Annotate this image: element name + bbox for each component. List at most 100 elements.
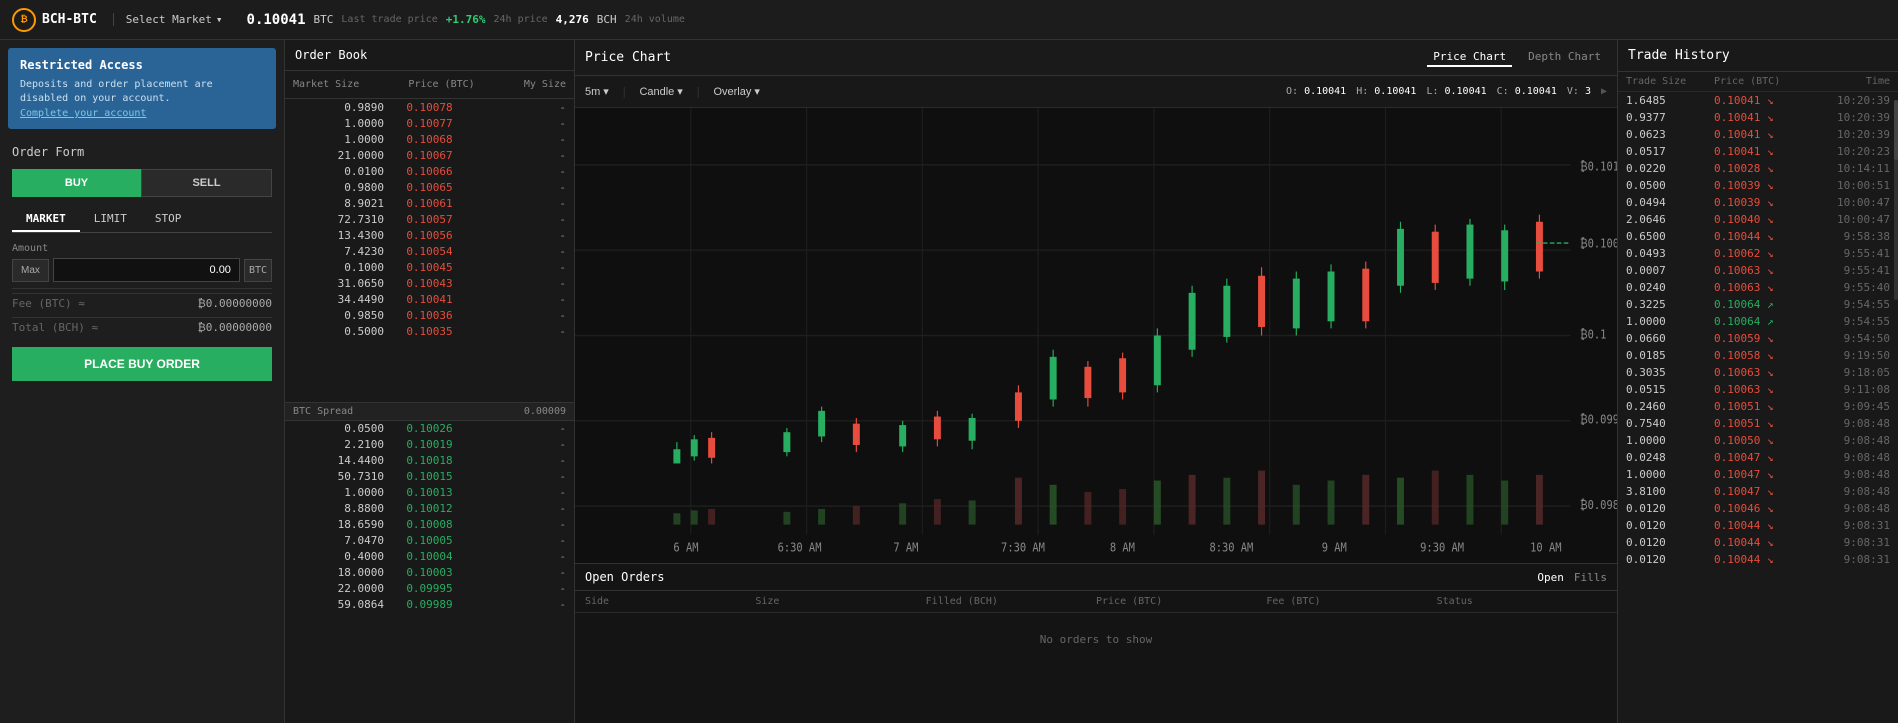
bid-row[interactable]: 22.00000.09995- xyxy=(285,581,574,597)
trade-history-row: 1.00000.10047 ↘9:08:48 xyxy=(1618,466,1898,483)
main-layout: Restricted Access Deposits and order pla… xyxy=(0,40,1898,723)
bid-row[interactable]: 59.08640.09989- xyxy=(285,597,574,613)
bid-row[interactable]: 50.73100.10015- xyxy=(285,469,574,485)
separator2: | xyxy=(695,85,702,98)
open-orders-title: Open Orders xyxy=(585,570,664,584)
header: ₿ BCH-BTC Select Market ▾ 0.10041 BTC La… xyxy=(0,0,1898,40)
order-book-header: Market Size Price (BTC) My Size xyxy=(285,71,574,99)
asks-container: 0.98900.10078-1.00000.10077-1.00000.1006… xyxy=(285,99,574,402)
bid-row[interactable]: 0.40000.10004- xyxy=(285,549,574,565)
chevron-down-icon: ▾ xyxy=(603,85,609,98)
order-form-title: Order Form xyxy=(12,145,272,159)
chart-type-button[interactable]: Candle ▾ xyxy=(639,85,682,98)
tab-price-chart[interactable]: Price Chart xyxy=(1427,48,1512,67)
restricted-access-title: Restricted Access xyxy=(20,58,264,72)
oo-col-filled: Filled (BCH) xyxy=(926,596,1096,607)
tab-depth-chart[interactable]: Depth Chart xyxy=(1522,48,1607,67)
bid-row[interactable]: 0.05000.10026- xyxy=(285,421,574,437)
spread-value: 0.00009 xyxy=(524,406,566,417)
ask-row[interactable]: 1.00000.10077- xyxy=(285,115,574,131)
ask-row[interactable]: 8.90210.10061- xyxy=(285,195,574,211)
bid-row[interactable]: 18.00000.10003- xyxy=(285,565,574,581)
bid-row[interactable]: 7.04700.10005- xyxy=(285,533,574,549)
svg-text:9 AM: 9 AM xyxy=(1322,540,1347,555)
tab-stop[interactable]: STOP xyxy=(141,207,196,232)
svg-text:8 AM: 8 AM xyxy=(1110,540,1135,555)
chart-area: Price Chart Price Chart Depth Chart 5m ▾… xyxy=(575,40,1618,723)
chart-canvas: ₿0.101 ₿0.10041 ₿0.1 ₿0.099 ₿0.098 6 AM … xyxy=(575,108,1617,563)
oo-col-side: Side xyxy=(585,596,755,607)
trade-history-row: 1.00000.10050 ↘9:08:48 xyxy=(1618,432,1898,449)
ask-row[interactable]: 0.98500.10036- xyxy=(285,307,574,323)
open-orders-columns: Side Size Filled (BCH) Price (BTC) Fee (… xyxy=(575,591,1617,613)
svg-text:₿0.099: ₿0.099 xyxy=(1580,412,1617,427)
chevron-down-icon: ▾ xyxy=(754,85,760,98)
bid-row[interactable]: 18.65900.10008- xyxy=(285,517,574,533)
sell-button[interactable]: SELL xyxy=(141,169,272,197)
v-label: V: 3 xyxy=(1567,86,1591,97)
bid-row[interactable]: 2.21000.10019- xyxy=(285,437,574,453)
ask-row[interactable]: 31.06500.10043- xyxy=(285,275,574,291)
price-change-label: 24h price xyxy=(493,14,547,25)
ask-row[interactable]: 0.10000.10045- xyxy=(285,259,574,275)
chevron-down-icon: ▾ xyxy=(216,13,223,26)
amount-input[interactable] xyxy=(53,258,240,282)
trade-history-row: 0.04940.10039 ↘10:00:47 xyxy=(1618,194,1898,211)
ask-row[interactable]: 0.01000.10066- xyxy=(285,163,574,179)
complete-account-link[interactable]: Complete your account xyxy=(20,108,146,119)
trade-history-title: Trade History xyxy=(1618,40,1898,72)
tab-market[interactable]: MARKET xyxy=(12,207,80,232)
chart-view-tabs: Price Chart Depth Chart xyxy=(1427,48,1607,67)
open-orders: Open Orders Open Fills Side Size Filled … xyxy=(575,563,1617,723)
trade-history-row: 0.06230.10041 ↘10:20:39 xyxy=(1618,126,1898,143)
ob-col-market-size: Market Size xyxy=(293,79,359,90)
bid-row[interactable]: 1.00000.10013- xyxy=(285,485,574,501)
svg-text:₿0.10041: ₿0.10041 xyxy=(1580,235,1617,250)
last-trade-label: Last trade price xyxy=(341,14,437,25)
timeframe-button[interactable]: 5m ▾ xyxy=(585,85,609,98)
ask-row[interactable]: 34.44900.10041- xyxy=(285,291,574,307)
svg-text:₿0.098: ₿0.098 xyxy=(1580,497,1617,512)
tab-fills[interactable]: Fills xyxy=(1574,571,1607,584)
ask-row[interactable]: 7.42300.10054- xyxy=(285,243,574,259)
ask-row[interactable]: 0.50000.10035- xyxy=(285,323,574,339)
spread-label: BTC Spread xyxy=(293,406,353,417)
svg-text:6:30 AM: 6:30 AM xyxy=(778,540,822,555)
bid-row[interactable]: 14.44000.10018- xyxy=(285,453,574,469)
ask-row[interactable]: 13.43000.10056- xyxy=(285,227,574,243)
chart-controls: 5m ▾ | Candle ▾ | Overlay ▾ O: 0.10041 H… xyxy=(575,76,1617,108)
place-order-button[interactable]: PLACE BUY ORDER xyxy=(12,347,272,381)
overlay-button[interactable]: Overlay ▾ xyxy=(713,85,759,98)
select-market-button[interactable]: Select Market ▾ xyxy=(113,13,223,26)
tab-limit[interactable]: LIMIT xyxy=(80,207,141,232)
buy-button[interactable]: BUY xyxy=(12,169,141,197)
ask-row[interactable]: 72.73100.10057- xyxy=(285,211,574,227)
amount-label: Amount xyxy=(12,243,272,254)
oo-col-fee: Fee (BTC) xyxy=(1266,596,1436,607)
trade-history-row: 1.64850.10041 ↘10:20:39 xyxy=(1618,92,1898,109)
trade-history-row: 0.75400.10051 ↘9:08:48 xyxy=(1618,415,1898,432)
trade-history-row: 0.02480.10047 ↘9:08:48 xyxy=(1618,449,1898,466)
total-row: Total (BCH) ≈ ₿0.00000000 xyxy=(12,317,272,337)
o-label: O: 0.10041 xyxy=(1286,86,1346,97)
separator: | xyxy=(621,85,628,98)
trading-pair: BCH-BTC xyxy=(42,12,97,27)
bids-container: 0.05000.10026-2.21000.10019-14.44000.100… xyxy=(285,421,574,723)
tab-open[interactable]: Open xyxy=(1537,571,1564,584)
order-book-title: Order Book xyxy=(285,40,574,71)
price-chart-svg: ₿0.101 ₿0.10041 ₿0.1 ₿0.099 ₿0.098 6 AM … xyxy=(575,108,1617,563)
trade-history-row: 2.06460.10040 ↘10:00:47 xyxy=(1618,211,1898,228)
trade-history-row: 0.65000.10044 ↘9:58:38 xyxy=(1618,228,1898,245)
ask-row[interactable]: 0.98000.10065- xyxy=(285,179,574,195)
ask-row[interactable]: 0.98900.10078- xyxy=(285,99,574,115)
ask-row[interactable]: 1.00000.10068- xyxy=(285,131,574,147)
arrow-right-icon: ▶ xyxy=(1601,86,1607,97)
trade-history-row: 0.05170.10041 ↘10:20:23 xyxy=(1618,143,1898,160)
svg-text:8:30 AM: 8:30 AM xyxy=(1209,540,1253,555)
fee-row: Fee (BTC) ≈ ₿0.00000000 xyxy=(12,293,272,313)
max-button[interactable]: Max xyxy=(12,259,49,282)
bid-row[interactable]: 8.88000.10012- xyxy=(285,501,574,517)
trade-history-row: 0.93770.10041 ↘10:20:39 xyxy=(1618,109,1898,126)
ask-row[interactable]: 21.00000.10067- xyxy=(285,147,574,163)
logo: ₿ BCH-BTC xyxy=(12,8,97,32)
